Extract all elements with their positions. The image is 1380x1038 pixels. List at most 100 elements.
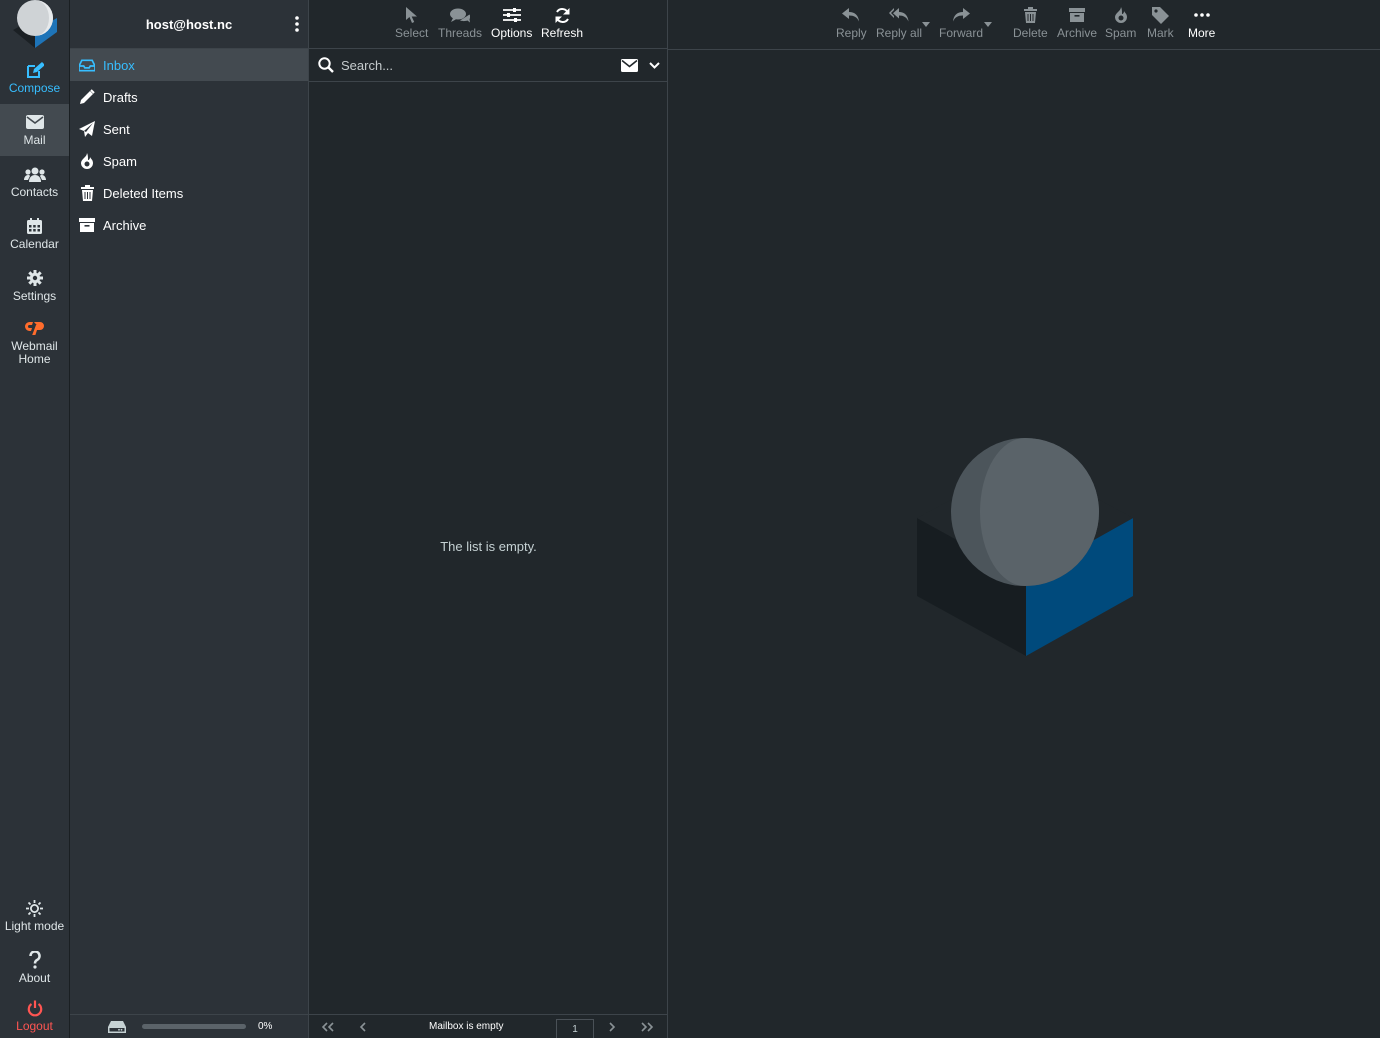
webmail-home-button[interactable]: Webmail Home [0,312,69,372]
webmail-home-label: Webmail Home [11,338,58,366]
about-label: About [18,971,51,985]
sliders-icon [502,5,521,25]
refresh-icon [554,5,571,25]
roundcube-watermark-logo [917,438,1135,656]
message-preview-pane: Reply Reply all Forward Delete Archive S… [668,0,1380,1038]
folder-menu-button[interactable] [292,14,302,34]
reply-all-icon [889,5,909,25]
delete-label: Delete [1013,26,1048,40]
mail-label: Mail [23,133,46,147]
folder-inbox[interactable]: Inbox [70,49,308,81]
reply-button[interactable]: Reply [836,5,867,40]
delete-button[interactable]: Delete [1013,5,1048,40]
light-mode-button[interactable]: Light mode [0,890,69,942]
refresh-label: Refresh [541,26,584,40]
compose-button[interactable]: Compose [0,52,69,104]
contacts-label: Contacts [10,185,59,199]
calendar-button[interactable]: Calendar [0,208,69,260]
trash-icon [79,185,95,201]
paper-plane-icon [79,121,95,137]
compose-label: Compose [8,81,61,95]
archive-button[interactable]: Archive [1057,5,1097,40]
folder-spam[interactable]: Spam [70,145,308,177]
cpanel-icon [24,319,46,337]
refresh-button[interactable]: Refresh [541,5,583,40]
spam-label: Spam [1105,26,1137,40]
previous-page-button[interactable] [355,1020,371,1034]
question-icon [28,951,41,969]
empty-list-message: The list is empty. [440,539,537,554]
mail-button[interactable]: Mail [0,104,69,156]
search-scope-envelope-icon[interactable] [621,59,638,72]
users-icon [23,165,46,183]
about-button[interactable]: About [0,942,69,994]
light-mode-label: Light mode [4,919,65,933]
trash-icon [1023,5,1037,25]
chevron-right-icon [608,1022,616,1032]
pencil-icon [79,89,95,105]
archive-box-icon [1069,5,1085,25]
logout-button[interactable]: Logout [0,994,69,1038]
horizontal-ellipsis-icon [1193,5,1210,25]
inbox-icon [79,57,95,73]
reply-all-dropdown-icon[interactable] [922,22,930,27]
forward-button[interactable]: Forward [939,5,983,40]
first-page-button[interactable] [320,1020,336,1034]
message-list-pane: Select Threads Options Refresh Search...… [309,0,668,1038]
fire-icon [79,153,95,169]
forward-dropdown-icon[interactable] [984,22,992,27]
select-button[interactable]: Select [395,5,428,40]
account-header: host@host.nc [70,0,308,49]
contacts-button[interactable]: Contacts [0,156,69,208]
folder-label: Inbox [103,57,135,73]
folder-label: Drafts [103,89,138,105]
archive-label: Archive [1057,26,1098,40]
threads-button[interactable]: Threads [438,5,482,40]
folder-drafts[interactable]: Drafts [70,81,308,113]
next-page-button[interactable] [604,1020,620,1034]
envelope-icon [25,113,44,131]
gear-icon [26,269,43,287]
search-icon [318,57,334,73]
options-label: Options [491,26,533,40]
forward-label: Forward [939,26,984,40]
last-page-button[interactable] [639,1020,655,1034]
sun-icon [26,899,43,917]
folder-label: Deleted Items [103,185,184,201]
hard-drive-icon [108,1020,126,1033]
options-button[interactable]: Options [491,5,532,40]
quota-indicator: 0% [70,1014,309,1038]
folder-label: Archive [103,217,147,233]
quota-percent: 0% [258,1021,273,1032]
folder-deleted-items[interactable]: Deleted Items [70,177,308,209]
spam-button[interactable]: Spam [1105,5,1136,40]
power-icon [27,999,43,1017]
message-toolbar: Reply Reply all Forward Delete Archive S… [668,0,1380,50]
more-button[interactable]: More [1188,5,1215,40]
folder-label: Spam [103,153,137,169]
folder-sent[interactable]: Sent [70,113,308,145]
roundcube-logo[interactable] [9,0,61,50]
folder-archive[interactable]: Archive [70,209,308,241]
logout-label: Logout [16,1019,53,1033]
chevron-down-icon[interactable] [649,62,660,69]
more-label: More [1188,26,1216,40]
tag-icon [1151,5,1169,25]
double-chevron-left-icon [321,1022,335,1032]
settings-label: Settings [12,289,57,303]
mailbox-status: Mailbox is empty [429,1021,504,1032]
reply-all-button[interactable]: Reply all [876,5,922,40]
double-chevron-right-icon [640,1022,654,1032]
page-number-input[interactable] [556,1019,594,1038]
compose-icon [26,61,44,79]
forward-icon [952,5,970,25]
settings-button[interactable]: Settings [0,260,69,312]
archive-box-icon [79,217,95,233]
calendar-icon [27,217,42,235]
mark-button[interactable]: Mark [1147,5,1174,40]
search-input[interactable] [341,57,601,73]
cursor-icon [406,5,418,25]
search-bar [309,49,667,82]
comments-icon [450,5,471,25]
threads-label: Threads [438,26,483,40]
